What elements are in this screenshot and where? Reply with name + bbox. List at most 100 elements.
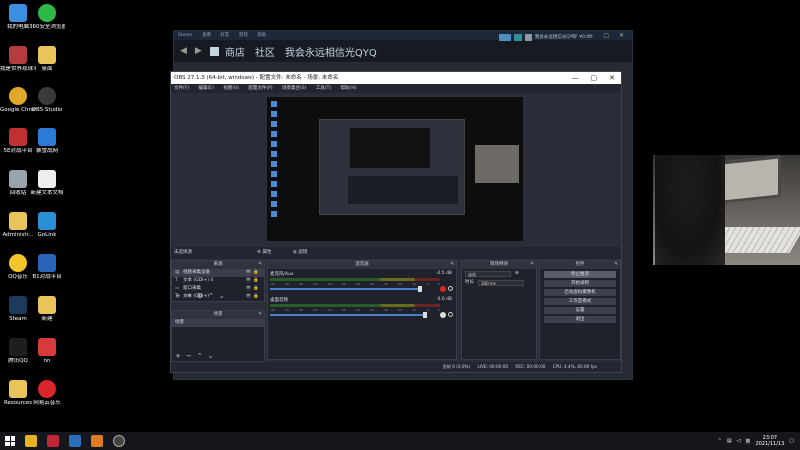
- settings-button[interactable]: 设置: [544, 307, 616, 314]
- scene-down-icon[interactable]: ⌄: [208, 352, 214, 360]
- volume-meter: [270, 278, 440, 281]
- app-icon[interactable]: [91, 435, 103, 447]
- obs-window-controls[interactable]: — ▢ ✕: [572, 72, 622, 84]
- studio-mode-button[interactable]: 工作室模式: [544, 298, 616, 305]
- network-icon[interactable]: ▤: [727, 438, 732, 444]
- start-virtual-camera-button[interactable]: 启动虚拟摄像机: [544, 289, 616, 296]
- steam-navbar: ◀ ▶ 商店 社区 我会永远相信光QYQ: [174, 40, 632, 62]
- steam-window-controls[interactable]: ▭ — ▢ ✕: [572, 32, 628, 39]
- desktop-icon-nn[interactable]: nn: [29, 338, 65, 365]
- volume-slider[interactable]: [270, 286, 422, 292]
- desktop-icon-b1[interactable]: B1对战平台: [29, 254, 65, 281]
- steam-menu-friends[interactable]: 好友: [220, 33, 229, 38]
- move-down-icon[interactable]: ⌄: [219, 292, 225, 300]
- pin-icon[interactable]: ✎: [450, 261, 454, 269]
- speaker-icon[interactable]: [440, 312, 446, 318]
- visibility-lock-icon[interactable]: 👁🔒: [246, 277, 261, 285]
- transition-type-select[interactable]: 淡化: [465, 270, 511, 277]
- steam-username[interactable]: 我会永远相信光QYQ: [535, 34, 576, 40]
- pin-icon[interactable]: ✎: [258, 261, 262, 269]
- nav-profile[interactable]: 我会永远相信光QYQ: [285, 44, 377, 59]
- maximize-icon[interactable]: ▢: [591, 72, 598, 84]
- desktop-icon-desk[interactable]: 桌面: [29, 46, 65, 73]
- game-icon[interactable]: [47, 435, 59, 447]
- muted-speaker-icon[interactable]: [440, 286, 446, 292]
- notification-center-icon[interactable]: ▢: [789, 438, 794, 444]
- broadcast-icon[interactable]: [498, 33, 511, 41]
- menu-tools[interactable]: 工具(T): [316, 86, 331, 91]
- ime-indicator[interactable]: 英: [745, 438, 750, 445]
- meter-tick: -5: [425, 308, 429, 312]
- source-item[interactable]: T 文本 (GDI+) 4 👁🔒: [172, 277, 264, 285]
- desktop-icon-steam2[interactable]: 暴雪战网: [29, 128, 65, 155]
- transitions-panel: 转场特效 ✎ 淡化 ⊕ 时长 300 ms: [461, 260, 537, 360]
- close-icon[interactable]: ✕: [609, 72, 615, 84]
- volume-slider-knob[interactable]: [418, 286, 422, 292]
- desktop-icon-golink[interactable]: GoLink: [29, 212, 65, 239]
- menu-edit[interactable]: 编辑(E): [199, 86, 214, 91]
- remove-scene-icon[interactable]: −: [186, 352, 192, 360]
- start-recording-button[interactable]: 开始录制: [544, 280, 616, 287]
- pin-icon[interactable]: ✎: [614, 261, 618, 269]
- gear-icon[interactable]: [448, 312, 453, 317]
- steam-icon[interactable]: [69, 435, 81, 447]
- windows-start-icon[interactable]: [5, 436, 15, 446]
- menu-help[interactable]: 帮助(H): [341, 86, 357, 91]
- mixer-channel: 桌面音频 0.0 dB -60 -55 -50 -45 -40 -35 -30 -25 -20 -15…: [270, 297, 454, 321]
- forward-icon[interactable]: ▶: [195, 46, 202, 56]
- pin-icon[interactable]: ✎: [530, 261, 534, 269]
- nav-store[interactable]: 商店: [225, 44, 245, 59]
- chrome-icon: [9, 87, 27, 105]
- pin-icon[interactable]: ✎: [258, 311, 262, 319]
- desktop-icon-netease[interactable]: 网易云音乐: [29, 380, 65, 407]
- minimize-icon[interactable]: —: [572, 72, 579, 84]
- obs-window[interactable]: OBS 27.1.3 (64-bit, windows) - 配置文件: 未命名…: [170, 71, 622, 373]
- avatar[interactable]: [524, 33, 532, 41]
- filters-button[interactable]: ◍ 滤镜: [293, 250, 317, 255]
- desktop-icon-news[interactable]: 新建: [29, 296, 65, 323]
- scenes-header: 场景 ✎: [172, 311, 264, 319]
- gear-icon[interactable]: [448, 286, 453, 291]
- back-icon[interactable]: ◀: [180, 46, 187, 56]
- desktop-icon-obs[interactable]: OBS Studio: [29, 87, 65, 114]
- desktop-icon-newtxt[interactable]: 新建文本文档: [29, 170, 65, 197]
- menu-scene-collection[interactable]: 场景集合(S): [282, 86, 306, 91]
- clock[interactable]: 23:07 2021/11/13: [755, 435, 784, 447]
- obs-preview[interactable]: [267, 97, 523, 241]
- source-item[interactable]: ▤ 视频采集设备 👁🔒: [172, 269, 264, 277]
- menu-profile[interactable]: 配置文件(P): [248, 86, 272, 91]
- steam-menu-steam[interactable]: Steam: [178, 33, 193, 38]
- add-source-icon[interactable]: +: [175, 292, 181, 300]
- steam-menu-help[interactable]: 帮助: [257, 33, 266, 38]
- move-up-icon[interactable]: ⌃: [208, 292, 214, 300]
- clock-date: 2021/11/13: [755, 441, 785, 447]
- menu-view[interactable]: 视图(V): [223, 86, 239, 91]
- remove-source-icon[interactable]: −: [186, 292, 192, 300]
- desktop-icon-360[interactable]: 360安全浏览器: [29, 4, 65, 31]
- source-settings-icon[interactable]: ⚙: [197, 292, 203, 300]
- exit-button[interactable]: 退出: [544, 316, 616, 323]
- visibility-lock-icon[interactable]: 👁🔒: [246, 269, 261, 277]
- properties-button[interactable]: ⚙ 属性: [257, 250, 281, 255]
- add-scene-icon[interactable]: +: [175, 352, 181, 360]
- notification-icon[interactable]: [513, 33, 522, 41]
- store-icon[interactable]: [25, 435, 37, 447]
- steam-menu-view[interactable]: 查看: [202, 33, 211, 38]
- duration-input[interactable]: 300 ms: [478, 279, 524, 286]
- webcam-person: [655, 155, 725, 265]
- nav-community[interactable]: 社区: [255, 44, 275, 59]
- menu-file[interactable]: 文件(F): [174, 86, 189, 91]
- tray-chevron-icon[interactable]: ⌃: [718, 438, 722, 444]
- library-icon[interactable]: [209, 46, 219, 56]
- scene-item[interactable]: 场景: [172, 319, 264, 327]
- nn-icon: [38, 338, 56, 356]
- add-transition-icon[interactable]: ⊕: [515, 269, 519, 278]
- scene-up-icon[interactable]: ⌃: [197, 352, 203, 360]
- stop-streaming-button[interactable]: 停止推流: [544, 271, 616, 278]
- obs-icon[interactable]: [113, 435, 125, 447]
- steam-menu-games[interactable]: 游戏: [239, 33, 248, 38]
- obs-titlebar: OBS 27.1.3 (64-bit, windows) - 配置文件: 未命名…: [171, 72, 621, 84]
- volume-slider-knob[interactable]: [423, 312, 427, 318]
- volume-icon[interactable]: ◁: [737, 438, 741, 444]
- volume-slider[interactable]: [270, 312, 427, 318]
